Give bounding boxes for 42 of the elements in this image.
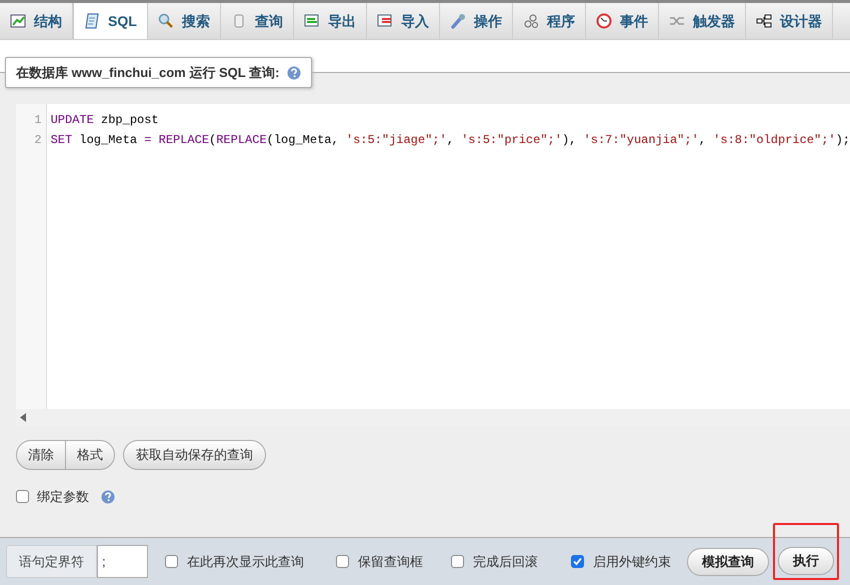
nav-tab[interactable]: 导出 [294,3,367,39]
checkbox[interactable] [16,490,29,504]
nav-tab[interactable]: SQL [73,3,148,39]
line-number: 2 [33,132,43,149]
nav-tab[interactable]: 操作 [440,3,513,39]
checkbox-label: 绑定参数 [37,488,89,506]
code-line: UPDATE zbp_post [50,112,160,129]
checkbox-label: 保留查询框 [358,552,423,571]
checkbox[interactable] [571,555,584,568]
checkbox-label: 在此再次显示此查询 [187,552,304,571]
panel-title: 在数据库 www_finchui_com 运行 SQL 查询: [16,64,280,82]
help-icon[interactable] [101,490,115,504]
nav-tab[interactable]: 查询 [220,3,294,39]
checkbox-label: 完成后回滚 [473,552,538,571]
delimiter-label: 语句定界符 [6,545,97,578]
nav-tab[interactable]: 设计器 [746,3,833,39]
scroll-left-icon[interactable] [20,413,26,422]
nav-tab[interactable]: 触发器 [658,3,746,39]
checkbox[interactable] [336,555,349,568]
help-icon[interactable] [287,66,302,80]
checkbox[interactable] [165,555,178,568]
execute-button[interactable]: 执行 [778,547,834,575]
table-chart-icon [10,13,26,29]
format-button[interactable]: 格式 [65,441,114,469]
autosave-button[interactable]: 获取自动保存的查询 [123,440,266,470]
clear-button[interactable]: 清除 [17,441,65,469]
delimiter-field[interactable]: ; [97,545,148,578]
nav-tab[interactable]: 程序 [512,3,586,39]
nav-tab[interactable]: 事件 [586,3,659,39]
search-icon [158,13,174,29]
checkbox-label: 启用外键约束 [593,552,671,571]
nav-tab[interactable]: 导入 [366,3,440,39]
line-number: 1 [33,112,43,129]
code-line: SET log_Meta = REPLACE(REPLACE(log_Meta, 's:5:"jiage";', 's:5:"price";'), 's:7:"yuanjia";', 's:8:"oldprice";'); [50,132,850,149]
diagram-icon [756,13,772,29]
nav-tab[interactable]: 搜索 [148,3,221,39]
clock-icon [596,13,612,29]
wrench-icon [450,13,466,29]
sql-editor[interactable]: 1 2 UPDATE zbp_post SET log_Meta = REPLACE(REPLACE(log_Meta, 's:5:"jiage";', 's:5:"price";'), 's:7:"yuanjia";', 's:8:"oldprice";'); [16,104,850,426]
simulate-query-button[interactable]: 模拟查询 [687,548,769,576]
checkbox[interactable] [451,555,464,568]
scroll-icon [84,13,100,29]
